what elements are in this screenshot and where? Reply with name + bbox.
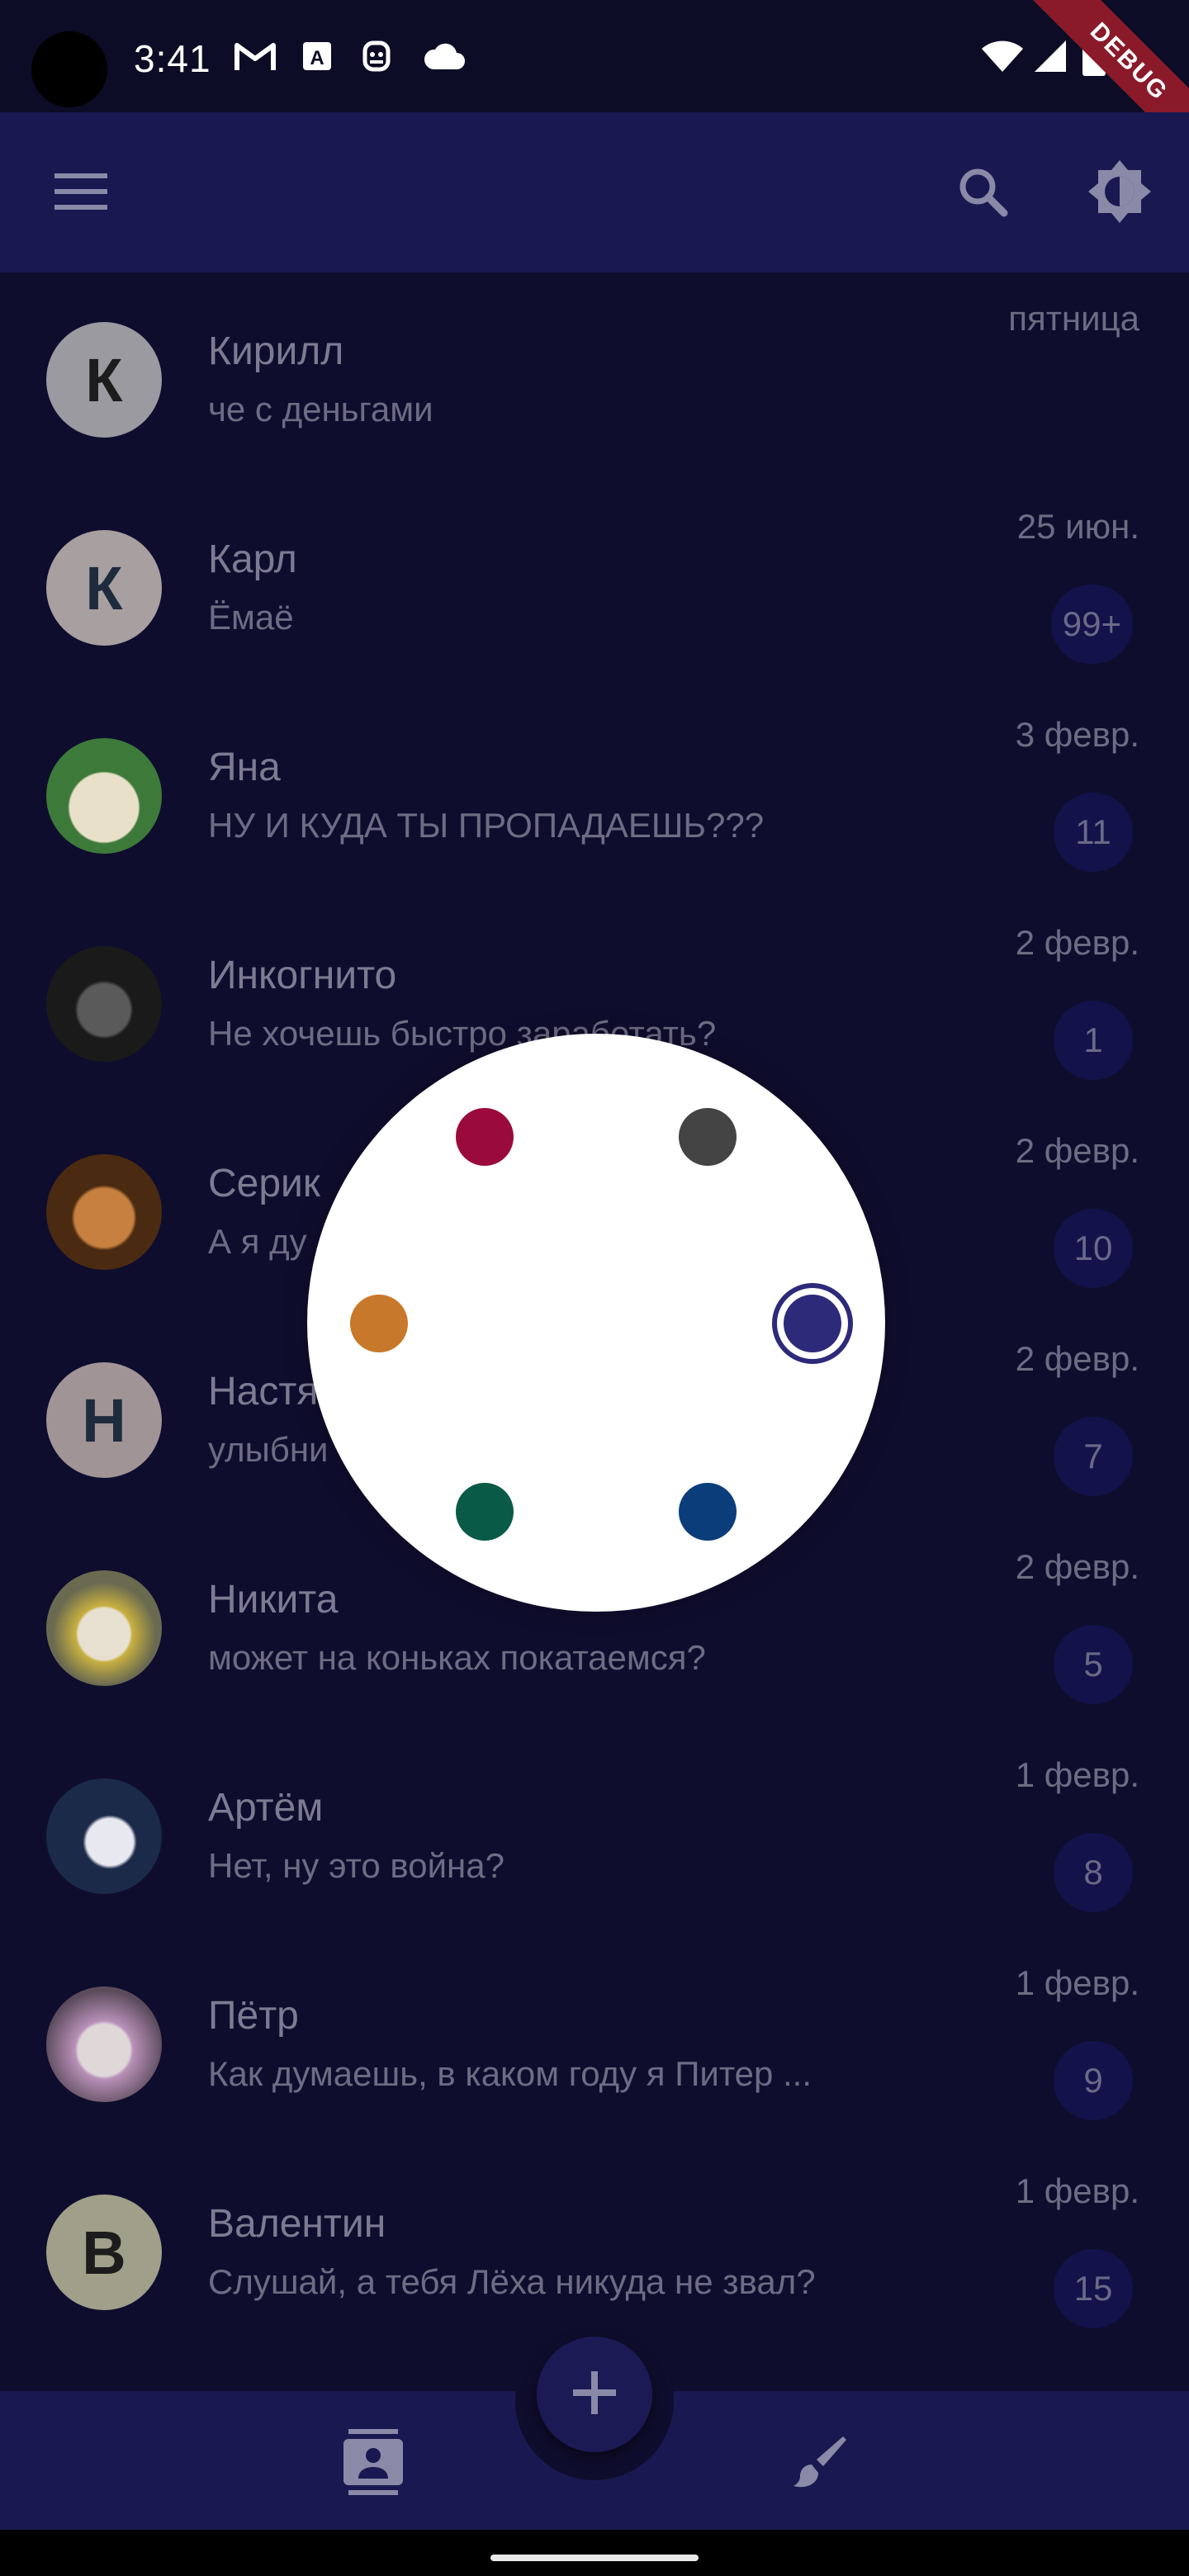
wifi-icon (979, 36, 1026, 76)
chat-date: 2 февр. (1015, 1339, 1139, 1378)
chat-row-pyotr[interactable]: Пётр Как думаешь, в каком году я Питер .… (0, 1937, 1189, 2145)
chat-row-kirill[interactable]: К Кирилл че с деньгами пятница (0, 272, 1189, 481)
brush-icon (792, 2433, 850, 2495)
plus-icon (571, 2370, 618, 2420)
selected-color-dot (784, 1295, 841, 1352)
robot-icon (357, 36, 396, 76)
chat-date: пятница (1008, 299, 1139, 338)
chat-name: Настя (208, 1370, 319, 1413)
brush-button[interactable] (779, 2422, 862, 2505)
unread-badge: 7 (1054, 1417, 1133, 1496)
avatar: В (46, 2195, 162, 2310)
signal-icon (1030, 36, 1070, 76)
chat-name: Пётр (208, 1994, 299, 2038)
chat-name: Никита (208, 1578, 339, 1622)
color-swatch-green[interactable] (456, 1483, 514, 1541)
color-picker (307, 1034, 885, 1612)
chat-name: Карл (208, 537, 297, 581)
unread-badge: 5 (1054, 1625, 1133, 1704)
chat-date: 2 февр. (1015, 1131, 1139, 1170)
chat-list-screen: 3:41 A DEBUG К Кирилл че с деньгами пятн… (0, 0, 1189, 2576)
unread-badge: 10 (1054, 1209, 1133, 1288)
avatar: Н (46, 1362, 162, 1478)
chat-name: Кирилл (208, 329, 344, 373)
contacts-icon (343, 2428, 403, 2499)
chat-last-message: Ёмаё (208, 598, 294, 637)
menu-icon (54, 172, 107, 215)
home-indicator[interactable] (490, 2555, 699, 2561)
avatar (46, 1986, 162, 2102)
camera-cutout (31, 31, 107, 107)
unread-badge: 11 (1054, 793, 1133, 872)
unread-badge: 15 (1054, 2249, 1133, 2328)
chat-name: Валентин (208, 2202, 386, 2246)
unread-badge: 1 (1054, 1001, 1133, 1080)
cloud-icon (419, 36, 469, 76)
a-box-icon: A (297, 36, 337, 76)
chat-last-message: Нет, ну это война? (208, 1846, 504, 1885)
chat-last-message: НУ И КУДА ТЫ ПРОПАДАЕШЬ??? (208, 806, 765, 845)
chat-date: 3 февр. (1015, 715, 1139, 754)
app-bar (0, 112, 1189, 272)
chat-date: 2 февр. (1015, 1547, 1139, 1586)
avatar: К (46, 530, 162, 646)
avatar (46, 1570, 162, 1686)
theme-toggle-button[interactable] (1078, 152, 1161, 234)
chat-name: Артём (208, 1786, 324, 1830)
system-nav-bar (0, 2530, 1189, 2576)
contacts-button[interactable] (332, 2422, 414, 2505)
chat-row-karl[interactable]: К Карл Ёмаё 25 июн. 99+ (0, 481, 1189, 689)
search-button[interactable] (941, 152, 1024, 234)
svg-text:A: A (310, 47, 324, 69)
chat-last-message: может на коньках покатаемся? (208, 1638, 706, 1677)
chat-last-message: Слушай, а тебя Лёха никуда не звал? (208, 2262, 816, 2301)
chat-date: 1 февр. (1015, 2171, 1139, 2210)
chat-last-message: че с деньгами (208, 390, 433, 429)
chat-name: Серик (208, 1162, 320, 1205)
status-bar: 3:41 A DEBUG (0, 0, 1189, 176)
chat-date: 1 февр. (1015, 1963, 1139, 2002)
chat-date: 2 февр. (1015, 923, 1139, 962)
search-icon (956, 165, 1009, 222)
avatar: К (46, 322, 162, 438)
chat-row-artyom[interactable]: Артём Нет, ну это война? 1 февр. 8 (0, 1729, 1189, 1937)
avatar (46, 738, 162, 854)
gmail-icon (233, 36, 277, 76)
add-chat-button[interactable] (537, 2337, 652, 2452)
color-swatch-crimson[interactable] (456, 1108, 514, 1166)
color-swatch-gray[interactable] (679, 1108, 737, 1166)
chat-name: Инкогнито (208, 954, 397, 997)
chat-last-message: Как думаешь, в каком году я Питер ... (208, 2054, 812, 2093)
chat-row-yana[interactable]: Яна НУ И КУДА ТЫ ПРОПАДАЕШЬ??? 3 февр. 1… (0, 689, 1189, 897)
color-swatch-indigo[interactable] (772, 1283, 853, 1364)
brightness-icon (1087, 159, 1153, 229)
menu-button[interactable] (40, 152, 122, 234)
unread-badge: 8 (1054, 1833, 1133, 1912)
chat-date: 25 июн. (1016, 507, 1139, 546)
chat-date: 1 февр. (1015, 1755, 1139, 1794)
status-time: 3:41 (134, 37, 211, 80)
avatar (46, 946, 162, 1062)
color-swatch-blue[interactable] (679, 1483, 737, 1541)
chat-name: Яна (208, 746, 281, 789)
color-swatch-orange[interactable] (350, 1295, 408, 1352)
avatar (46, 1778, 162, 1894)
avatar (46, 1154, 162, 1270)
unread-badge: 99+ (1050, 585, 1133, 664)
unread-badge: 9 (1054, 2041, 1133, 2120)
